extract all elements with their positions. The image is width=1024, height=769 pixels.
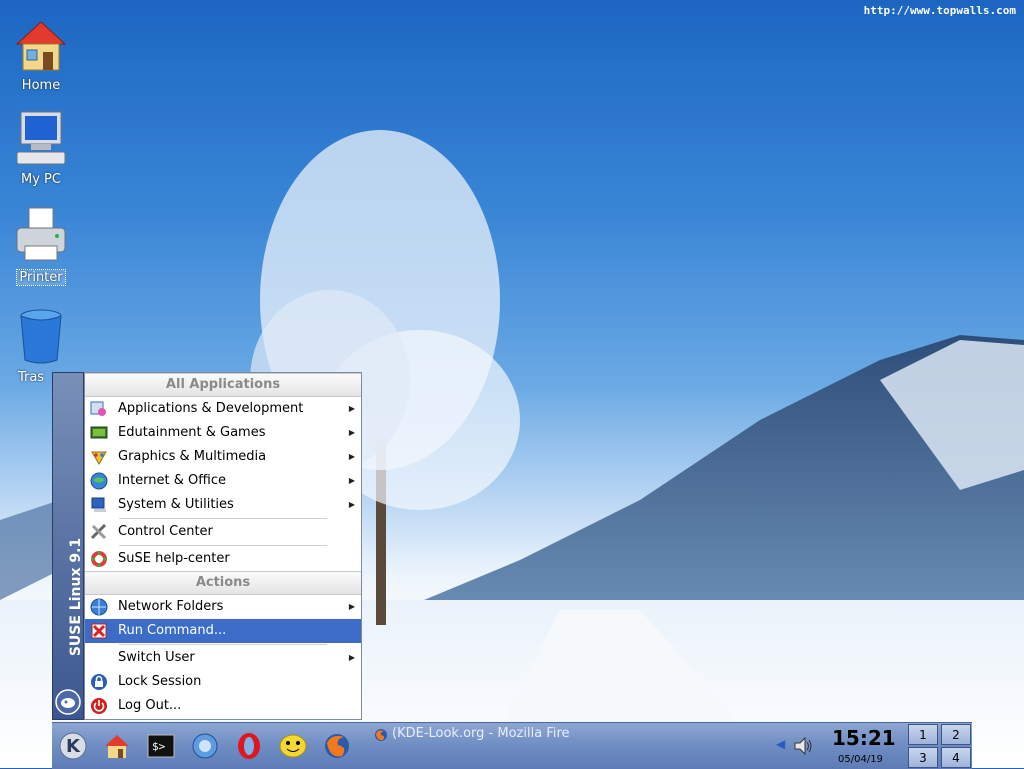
home-icon xyxy=(15,21,67,71)
submenu-arrow-icon: ▶ xyxy=(348,602,355,611)
menu-item-label: Network Folders xyxy=(118,599,224,614)
desktop-icon-printer[interactable]: Printer xyxy=(6,206,76,286)
wallpaper-watermark: http://www.topwalls.com xyxy=(863,4,1016,17)
submenu-arrow-icon: ▶ xyxy=(348,404,355,413)
menu-item-internet-office[interactable]: Internet & Office ▶ xyxy=(85,469,361,493)
menu-section-all-applications: All Applications xyxy=(85,373,361,397)
desktop-icon-label: Tras xyxy=(17,370,45,385)
menu-item-label: Applications & Development xyxy=(118,401,304,416)
taskbar: K $> (KDE-Look.org - Mozilla Fire ◀ 15:2… xyxy=(52,722,972,769)
menu-separator xyxy=(119,644,327,645)
menu-item-switch-user[interactable]: Switch User ▶ xyxy=(85,646,361,670)
task-button-label: (KDE-Look.org - Mozilla Fire xyxy=(392,726,570,741)
menu-item-label: Internet & Office xyxy=(118,473,226,488)
kmenu: All Applications Applications & Developm… xyxy=(84,372,362,720)
opera-icon[interactable] xyxy=(234,731,264,761)
lock-icon xyxy=(91,674,107,690)
menu-item-label: Lock Session xyxy=(118,674,202,689)
trash-icon xyxy=(20,309,62,364)
menu-item-graphics-multimedia[interactable]: Graphics & Multimedia ▶ xyxy=(85,445,361,469)
firefox-icon[interactable] xyxy=(322,731,352,761)
messenger-icon[interactable] xyxy=(278,731,308,761)
menu-item-lock-session[interactable]: Lock Session xyxy=(85,670,361,694)
menu-section-actions: Actions xyxy=(85,571,361,595)
terminal-icon[interactable]: $> xyxy=(146,731,176,761)
internet-icon xyxy=(90,472,108,490)
menu-item-label: System & Utilities xyxy=(118,497,234,512)
menu-item-log-out[interactable]: Log Out... xyxy=(85,694,361,718)
graphics-icon xyxy=(91,451,107,465)
desktop-button-1[interactable]: 1 xyxy=(908,724,938,745)
desktop-icon-label: My PC xyxy=(21,172,61,187)
suse-logo-icon xyxy=(55,689,81,715)
home-folder-icon[interactable] xyxy=(102,731,132,761)
task-button-mozilla-firefox[interactable]: (KDE-Look.org - Mozilla Fire xyxy=(372,725,582,745)
games-icon xyxy=(90,426,108,439)
menu-separator xyxy=(119,545,327,546)
computer-icon xyxy=(16,111,66,165)
control-center-icon xyxy=(90,523,107,540)
submenu-arrow-icon: ▶ xyxy=(348,653,355,662)
desktop-button-2[interactable]: 2 xyxy=(941,724,971,745)
submenu-arrow-icon: ▶ xyxy=(348,428,355,437)
svg-text:K: K xyxy=(66,736,81,757)
network-folders-icon xyxy=(90,598,108,616)
printer-icon xyxy=(16,207,66,261)
kmenu-side-banner: SUSE Linux 9.1 xyxy=(52,372,84,720)
run-command-icon xyxy=(91,623,107,639)
menu-item-label: Log Out... xyxy=(118,698,182,713)
menu-item-label: Graphics & Multimedia xyxy=(118,449,267,464)
k-menu-button-icon[interactable]: K xyxy=(58,731,88,761)
menu-item-network-folders[interactable]: Network Folders ▶ xyxy=(85,595,361,619)
help-icon xyxy=(91,551,107,567)
menu-item-run-command[interactable]: Run Command... xyxy=(85,619,361,643)
desktop-button-4[interactable]: 4 xyxy=(941,747,971,768)
desktop-icon-label: Printer xyxy=(16,269,66,286)
menu-item-control-center[interactable]: Control Center xyxy=(85,520,361,544)
submenu-arrow-icon: ▶ xyxy=(348,452,355,461)
menu-item-applications-development[interactable]: Applications & Development ▶ xyxy=(85,397,361,421)
konqueror-icon[interactable] xyxy=(190,731,220,761)
volume-icon[interactable] xyxy=(792,735,814,757)
menu-item-edutainment-games[interactable]: Edutainment & Games ▶ xyxy=(85,421,361,445)
svg-text:$>: $> xyxy=(152,740,166,753)
desktop-icon-label: Home xyxy=(21,78,61,93)
submenu-arrow-icon: ▶ xyxy=(348,500,355,509)
desktop-button-3[interactable]: 3 xyxy=(908,747,938,768)
clock-date: 05/04/19 xyxy=(838,754,883,765)
menu-item-label: Control Center xyxy=(118,524,213,539)
firefox-small-icon xyxy=(375,729,387,741)
menu-item-suse-help-center[interactable]: SuSE help-center xyxy=(85,547,361,571)
clock-time[interactable]: 15:21 xyxy=(832,726,896,750)
menu-item-label: SuSE help-center xyxy=(118,551,230,566)
desktop-icon-home[interactable]: Home xyxy=(6,14,76,93)
desktop-icon-my-pc[interactable]: My PC xyxy=(6,108,76,187)
menu-item-label: Edutainment & Games xyxy=(118,425,266,440)
submenu-arrow-icon: ▶ xyxy=(348,476,355,485)
menu-item-label: Run Command... xyxy=(118,623,227,638)
logout-icon xyxy=(91,698,107,714)
menu-item-system-utilities[interactable]: System & Utilities ▶ xyxy=(85,493,361,517)
tray-arrow-icon[interactable]: ◀ xyxy=(776,737,785,751)
development-icon xyxy=(90,401,106,416)
menu-item-label: Switch User xyxy=(118,650,195,665)
menu-separator xyxy=(119,518,327,519)
desktop-pager: 1 2 3 4 xyxy=(908,724,972,769)
system-icon xyxy=(91,497,106,512)
